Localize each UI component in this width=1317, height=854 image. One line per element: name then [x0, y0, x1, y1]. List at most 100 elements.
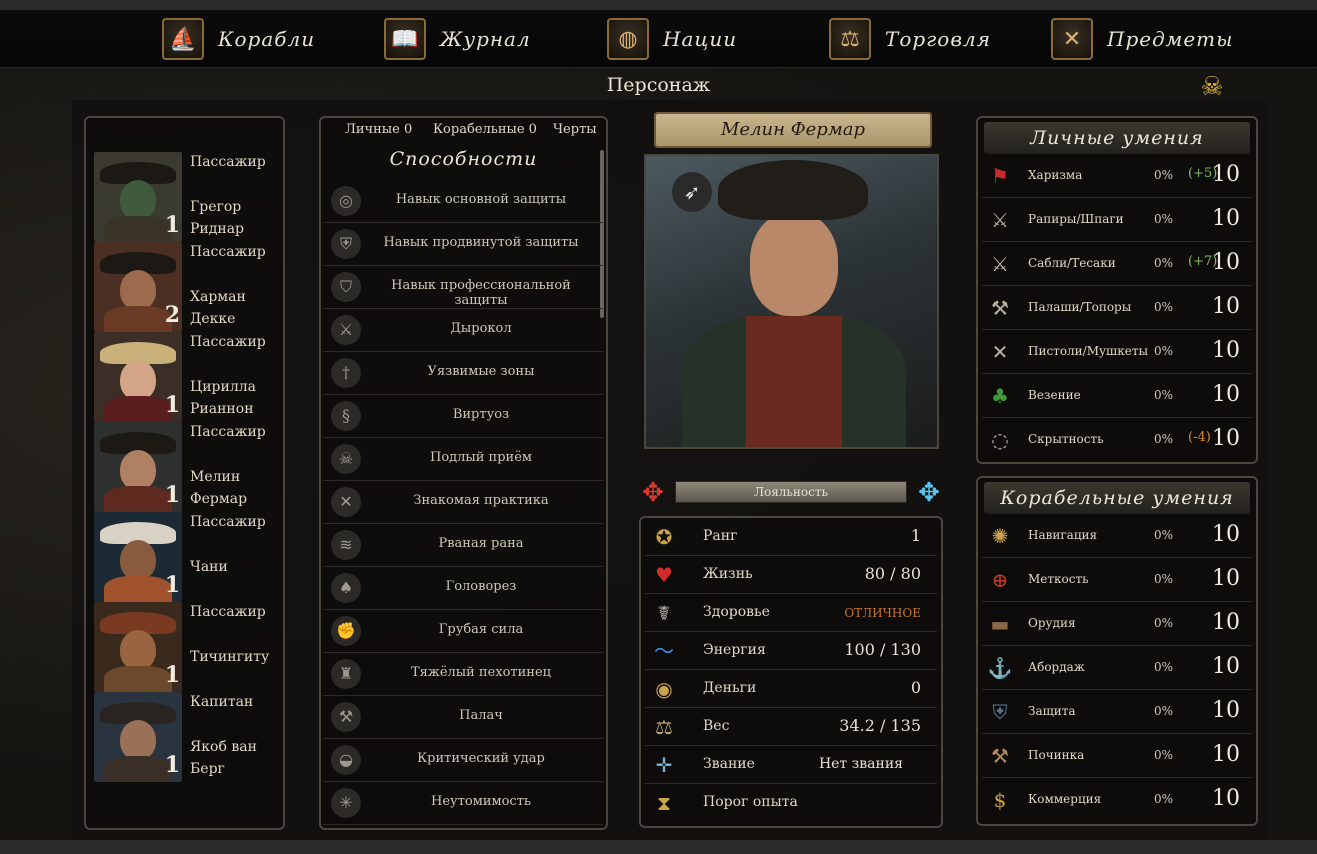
- stat-row: 〜 Энергия 100 / 130: [645, 632, 937, 670]
- member-role: Пассажир: [190, 334, 266, 350]
- list-item[interactable]: ⛉ Навык профессиональной защиты: [323, 266, 603, 309]
- heavy-infantry-icon: ♜: [331, 659, 361, 689]
- skill-row[interactable]: ⛨ Защита 0% 10: [982, 690, 1252, 734]
- avatar: 2: [94, 242, 182, 332]
- fist-icon: ✊: [331, 616, 361, 646]
- list-item[interactable]: ✊ Грубая сила: [323, 610, 603, 653]
- hammer-icon: ⚒: [991, 744, 1009, 768]
- hourglass-icon: ⧗: [656, 791, 672, 815]
- list-item[interactable]: ◒ Критический удар: [323, 739, 603, 782]
- cutthroat-icon: ♠: [331, 573, 361, 603]
- star-badge-icon: ✪: [655, 525, 673, 549]
- list-item[interactable]: § Виртуоз: [323, 395, 603, 438]
- tab-personal[interactable]: Личные 0: [345, 122, 412, 137]
- avatar: 1: [94, 332, 182, 422]
- list-item[interactable]: ◎ Навык основной защиты: [323, 180, 603, 223]
- party-member[interactable]: 1 Пассажир Мелин Фермар: [94, 422, 284, 512]
- list-item[interactable]: ⚒ Палач: [323, 696, 603, 739]
- list-item[interactable]: ✳ Неутомимость: [323, 782, 603, 825]
- caduceus-icon: ☤: [657, 601, 671, 625]
- avatar: 1: [94, 692, 182, 782]
- helmet-icon: ◒: [331, 745, 361, 775]
- skill-row[interactable]: ◌ Скрытность 0% (-4) 10: [982, 418, 1252, 462]
- member-name: Грегор Риднар: [190, 199, 245, 237]
- crossed-swords-icon: ✕: [1051, 18, 1093, 60]
- energy-icon: 〜: [654, 639, 674, 663]
- skill-row[interactable]: ⚔ Рапиры/Шпаги 0% 10: [982, 198, 1252, 242]
- abilities-panel: Личные 0 Корабельные 0 Черты Способности…: [319, 116, 608, 830]
- list-item[interactable]: † Уязвимые зоны: [323, 352, 603, 395]
- skill-row[interactable]: ⚓ Абордаж 0% 10: [982, 646, 1252, 690]
- party-member[interactable]: 1 Пассажир Грегор Риднар: [94, 152, 284, 242]
- ship-skills-heading: Корабельные умения: [984, 482, 1250, 514]
- member-role: Пассажир: [190, 244, 266, 260]
- list-item[interactable]: ☠ Подлый приём: [323, 438, 603, 481]
- piercing-sword-icon: ⚔: [331, 315, 361, 345]
- compass-icon: ✺: [991, 524, 1009, 548]
- nav-trade-label: Торговля: [885, 27, 991, 51]
- skill-row[interactable]: ⚔ Сабли/Тесаки 0% (+7) 10: [982, 242, 1252, 286]
- nav-journal[interactable]: 📖 Журнал: [384, 18, 531, 60]
- skill-row[interactable]: ▬ Орудия 0% 10: [982, 602, 1252, 646]
- list-item[interactable]: ♜ Тяжёлый пехотинец: [323, 653, 603, 696]
- member-role: Капитан: [190, 694, 254, 710]
- skill-row[interactable]: ✺ Навигация 0% 10: [982, 514, 1252, 558]
- swirl-sword-icon: §: [331, 401, 361, 431]
- loyalty-label: Лояльность: [753, 485, 829, 499]
- skill-row[interactable]: ⚑ Харизма 0% (+5) 10: [982, 154, 1252, 198]
- nav-ships[interactable]: ⛵ Корабли: [162, 18, 315, 60]
- tab-traits[interactable]: Черты: [553, 122, 597, 137]
- cannon-icon: ▬: [990, 612, 1010, 636]
- party-member[interactable]: 1 Капитан Якоб ван Берг: [94, 692, 284, 782]
- grapple-icon: ⚓: [987, 656, 1013, 680]
- shield-round-icon: ◎: [331, 186, 361, 216]
- window-bottom-strip: [0, 840, 1317, 854]
- clover-icon: ♣: [991, 384, 1009, 408]
- list-item[interactable]: ♠ Головорез: [323, 567, 603, 610]
- nav-items[interactable]: ✕ Предметы: [1051, 18, 1233, 60]
- stat-row: ⧗ Порог опыта: [645, 784, 937, 822]
- party-member[interactable]: 2 Пассажир Харман Декке: [94, 242, 284, 332]
- abilities-heading: Способности: [389, 148, 538, 170]
- nav-ships-label: Корабли: [218, 27, 316, 51]
- member-name: Якоб ван Берг: [190, 739, 257, 777]
- nav-nations-label: Нации: [663, 27, 738, 51]
- party-list: 1 Пассажир Грегор Риднар 2 Пассажир Харм…: [84, 116, 285, 830]
- skull-icon: ☠: [331, 444, 361, 474]
- skill-row[interactable]: $ Коммерция 0% 10: [982, 778, 1252, 822]
- list-item[interactable]: ✕ Знакомая практика: [323, 481, 603, 524]
- tab-ship[interactable]: Корабельные 0: [433, 122, 537, 137]
- skill-row[interactable]: ✕ Пистоли/Мушкеты 0% 10: [982, 330, 1252, 374]
- nav-trade[interactable]: ⚖ Торговля: [829, 18, 991, 60]
- book-icon: 📖: [384, 18, 426, 60]
- window-top-strip: [0, 0, 1317, 10]
- pistol-icon: ✕: [991, 340, 1009, 364]
- list-item[interactable]: ⚔ Дырокол: [323, 309, 603, 352]
- skill-row[interactable]: ⚒ Палаши/Топоры 0% 10: [982, 286, 1252, 330]
- skill-row[interactable]: ⚒ Починка 0% 10: [982, 734, 1252, 778]
- list-item[interactable]: ⛨ Навык продвинутой защиты: [323, 223, 603, 266]
- member-name: Цирилла Рианнон: [190, 379, 256, 417]
- stat-row: ✛ Звание Нет звания: [645, 746, 937, 784]
- loyalty-decrease-icon[interactable]: ✥: [638, 478, 668, 508]
- heater-shield-icon: ⛉: [331, 272, 361, 302]
- axe-icon: ⚒: [991, 296, 1009, 320]
- nav-nations[interactable]: ◍ Нации: [607, 18, 737, 60]
- top-navigation-bar: ⛵ Корабли 📖 Журнал ◍ Нации ⚖ Торговля ✕ …: [0, 10, 1317, 68]
- crossed-blades-icon: ✕: [331, 487, 361, 517]
- party-member[interactable]: 1 Пассажир Чани: [94, 512, 284, 602]
- personal-skills-panel: Личные умения ⚑ Харизма 0% (+5) 10 ⚔ Рап…: [976, 116, 1258, 464]
- stat-row: ✪ Ранг 1: [645, 518, 937, 556]
- nav-journal-label: Журнал: [440, 27, 531, 51]
- skill-row[interactable]: ♣ Везение 0% 10: [982, 374, 1252, 418]
- mask-icon: ◌: [991, 428, 1009, 452]
- skull-crossbones-icon[interactable]: ☠: [1196, 72, 1228, 102]
- skill-row[interactable]: ⊕ Меткость 0% 10: [982, 558, 1252, 602]
- stat-row: ♥ Жизнь 80 / 80: [645, 556, 937, 594]
- loyalty-increase-icon[interactable]: ✥: [914, 478, 944, 508]
- member-role: Пассажир: [190, 514, 266, 530]
- coins-icon: ◉: [655, 677, 673, 701]
- party-member[interactable]: 1 Пассажир Цирилла Рианнон: [94, 332, 284, 422]
- party-member[interactable]: 1 Пассажир Тичингиту: [94, 602, 284, 692]
- list-item[interactable]: ≋ Рваная рана: [323, 524, 603, 567]
